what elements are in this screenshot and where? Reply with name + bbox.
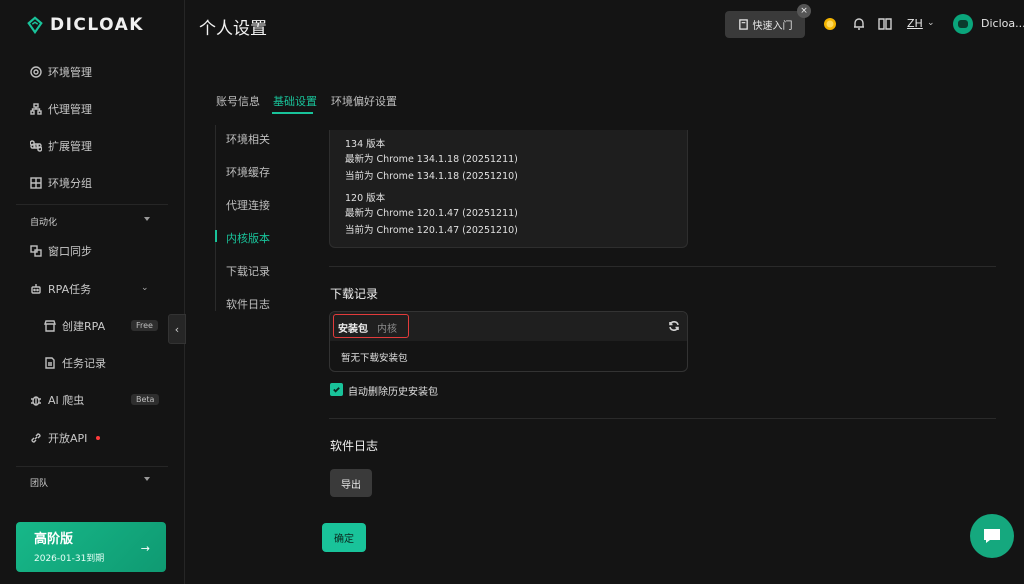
- sidebar-item-open-api[interactable]: 开放API: [30, 428, 101, 448]
- empty-downloads-text: 暂无下载安装包: [341, 353, 408, 364]
- section-automation[interactable]: 自动化: [30, 215, 57, 228]
- highlight-box: [333, 314, 409, 338]
- subnav-proxy-connection[interactable]: 代理连接: [226, 197, 270, 213]
- subnav-download-records[interactable]: 下载记录: [226, 263, 270, 279]
- tab-account-info[interactable]: 账号信息: [216, 93, 260, 109]
- book-open-icon[interactable]: [878, 17, 892, 31]
- caret-down-icon[interactable]: [144, 217, 150, 221]
- sidebar-item-label: 代理管理: [48, 103, 92, 116]
- divider: [16, 204, 168, 205]
- plan-expiry: 2026-01-31到期: [34, 554, 105, 564]
- chat-icon: [984, 529, 1000, 543]
- section-team[interactable]: 团队: [30, 476, 48, 489]
- sidebar-item-label: 环境分组: [48, 177, 92, 190]
- quickstart-label: 快速入门: [752, 21, 793, 32]
- refresh-icon[interactable]: [668, 320, 680, 332]
- tab-basic-settings[interactable]: 基础设置: [273, 93, 317, 109]
- export-button[interactable]: 导出: [330, 469, 372, 497]
- sidebar-item-window-sync[interactable]: 窗口同步: [30, 241, 92, 261]
- sidebar-item-label: 窗口同步: [48, 245, 92, 258]
- close-icon[interactable]: ×: [797, 4, 811, 18]
- divider: [329, 418, 996, 419]
- auto-delete-label[interactable]: 自动删除历史安装包: [348, 383, 438, 398]
- sidebar-item-label: 开放API: [48, 432, 88, 445]
- caret-down-icon[interactable]: [144, 477, 150, 481]
- kernel-version-box: 134 版本 最新为 Chrome 134.1.18 (20251211) 当前…: [329, 130, 688, 248]
- sidebar-item-label: 创建RPA: [62, 320, 106, 333]
- sidebar-item-environments[interactable]: 环境管理: [30, 62, 92, 82]
- sidebar-item-extensions[interactable]: 扩展管理: [30, 136, 92, 156]
- notification-dot: [96, 436, 101, 440]
- sidebar-item-label: 任务记录: [62, 357, 106, 370]
- avatar-glyph: [958, 20, 968, 28]
- auto-delete-checkbox[interactable]: [330, 383, 343, 396]
- avatar[interactable]: [953, 14, 973, 34]
- chat-support-button[interactable]: [970, 514, 1014, 558]
- book-icon: [738, 19, 748, 30]
- group-icon: [30, 177, 42, 189]
- page-title: 个人设置: [199, 19, 267, 39]
- divider: [329, 266, 996, 267]
- free-badge: Free: [131, 320, 158, 331]
- command-icon: [30, 140, 42, 152]
- divider: [16, 466, 168, 467]
- subnav-env-related[interactable]: 环境相关: [226, 131, 270, 147]
- kernel-134-latest: 最新为 Chrome 134.1.18 (20251211): [345, 154, 518, 165]
- store-icon: [44, 320, 56, 332]
- sidebar-item-label: 扩展管理: [48, 140, 92, 153]
- language-selector[interactable]: ZH: [907, 17, 923, 30]
- network-icon: [30, 103, 42, 115]
- plan-card[interactable]: 高阶版 2026-01-31到期 →: [16, 522, 166, 572]
- kernel-120-heading: 120 版本: [345, 193, 386, 204]
- subnav-env-cache[interactable]: 环境缓存: [226, 164, 270, 180]
- theme-toggle-icon[interactable]: [823, 17, 837, 31]
- kernel-134-heading: 134 版本: [345, 139, 386, 150]
- quickstart-button[interactable]: 快速入门: [725, 11, 805, 38]
- sidebar-item-proxies[interactable]: 代理管理: [30, 99, 92, 119]
- sidebar: DICLOAK 环境管理 代理管理 扩展管理 环境分组 自动化 窗口同步 RPA…: [0, 0, 185, 584]
- software-logs-title: 软件日志: [330, 439, 379, 453]
- brand-name: DICLOAK: [50, 15, 144, 35]
- brand-logo[interactable]: DICLOAK: [26, 14, 144, 36]
- collapse-sidebar-button[interactable]: ‹: [168, 314, 186, 344]
- sidebar-item-create-rpa[interactable]: 创建RPA: [44, 316, 105, 336]
- sidebar-item-groups[interactable]: 环境分组: [30, 173, 92, 193]
- sidebar-item-rpa[interactable]: RPA任务: [30, 279, 91, 299]
- plan-title: 高阶版: [34, 532, 74, 547]
- chevron-down-icon[interactable]: ⌄: [141, 283, 149, 293]
- download-records-title: 下载记录: [330, 287, 379, 301]
- link-icon: [31, 433, 41, 443]
- user-name[interactable]: Dicloa...: [981, 17, 1024, 30]
- bell-icon[interactable]: [852, 17, 866, 31]
- confirm-button[interactable]: 确定: [322, 523, 366, 552]
- logo-icon: [27, 16, 43, 34]
- sidebar-item-label: 环境管理: [48, 66, 92, 79]
- active-tab-indicator: [272, 112, 313, 114]
- beta-badge: Beta: [131, 394, 160, 405]
- subnav-active-marker: [215, 230, 217, 242]
- document-icon: [45, 357, 55, 369]
- sidebar-item-ai-crawler[interactable]: AI 爬虫: [30, 390, 84, 410]
- subnav-software-logs[interactable]: 软件日志: [226, 296, 270, 312]
- subnav-kernel-version[interactable]: 内核版本: [226, 230, 270, 246]
- chrome-icon: [30, 66, 42, 78]
- check-icon: [333, 387, 340, 393]
- subnav-track: [215, 125, 216, 311]
- sidebar-item-label: RPA任务: [48, 283, 92, 296]
- sidebar-item-task-log[interactable]: 任务记录: [44, 353, 106, 373]
- window-sync-icon: [30, 245, 42, 257]
- arrow-right-icon: →: [140, 542, 150, 555]
- chevron-down-icon[interactable]: ⌄: [927, 18, 935, 28]
- robot-icon: [31, 284, 41, 294]
- kernel-120-latest: 最新为 Chrome 120.1.47 (20251211): [345, 208, 518, 219]
- kernel-134-current: 当前为 Chrome 134.1.18 (20251210): [345, 171, 518, 182]
- bug-icon: [31, 396, 41, 406]
- kernel-120-current: 当前为 Chrome 120.1.47 (20251210): [345, 225, 518, 236]
- tab-env-preferences[interactable]: 环境偏好设置: [331, 93, 397, 109]
- sidebar-item-label: AI 爬虫: [48, 394, 85, 407]
